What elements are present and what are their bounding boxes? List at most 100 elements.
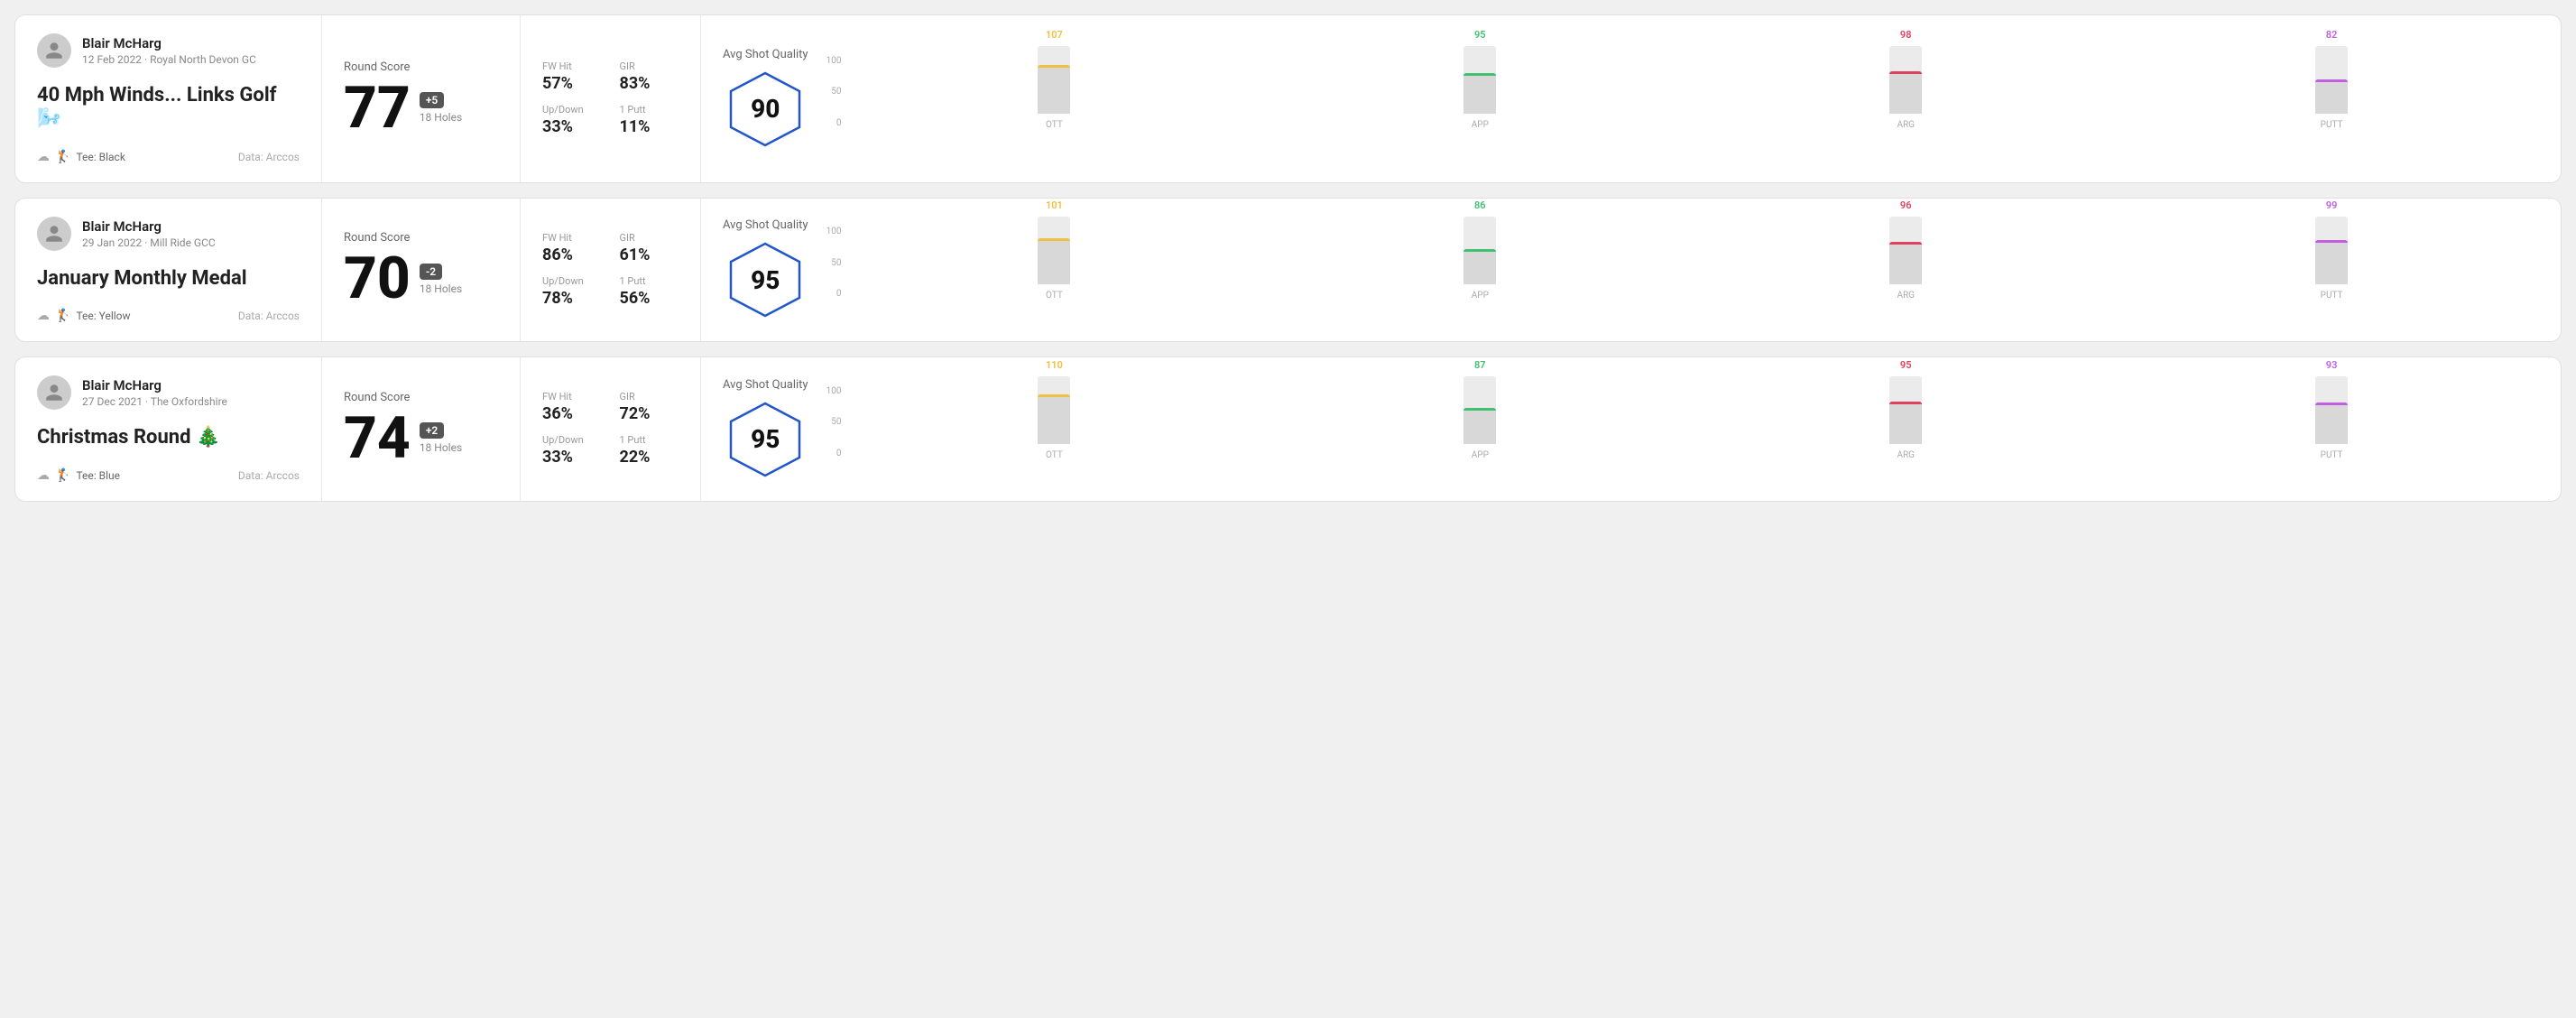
stat-fw-hit: FW Hit36% [542, 391, 602, 423]
bag-icon: 🏌 [55, 309, 70, 323]
stat-value: 36% [542, 404, 602, 423]
tee-info: ☁ 🏌 Tee: Yellow [37, 309, 131, 323]
stat-updown: Up/Down 78% [542, 275, 602, 308]
score-row: 74+218 Holes [344, 410, 498, 467]
bar-col-app: 95APP [1272, 29, 1687, 130]
score-section: Round Score74+218 Holes [322, 357, 521, 500]
hexagon-container: 90 [725, 69, 806, 150]
stat-label: 1 Putt [620, 104, 679, 116]
tee-info: ☁🏌 Tee: Blue [37, 468, 120, 483]
bar-col-putt: 82PUTT [2124, 29, 2539, 130]
bar-col-arg: 96ARG [1698, 199, 2113, 301]
stat-value: 61% [620, 245, 679, 264]
stat-value: 72% [620, 404, 679, 423]
round-card: Blair McHarg29 Jan 2022 · Mill Ride GCC J… [14, 198, 2562, 342]
bar-col-app: 87APP [1272, 359, 1687, 460]
user-meta: 29 Jan 2022 · Mill Ride GCC [82, 236, 216, 249]
tee-label: Tee: Blue [76, 469, 120, 482]
stat-label: FW Hit [542, 391, 602, 403]
score-badge: +2 18 Holes [420, 422, 462, 454]
tee-label: Tee: Black [76, 151, 125, 163]
stat-value: 56% [620, 289, 679, 308]
stat-label: FW Hit [542, 232, 602, 244]
card-left-section: Blair McHarg29 Jan 2022 · Mill Ride GCC J… [15, 199, 322, 341]
stat-gir: GIR61% [620, 232, 679, 264]
round-card: Blair McHarg 12 Feb 2022 · Royal North De… [14, 14, 2562, 183]
user-meta: 27 Dec 2021 · The Oxfordshire [82, 395, 227, 408]
score-number: 70 [344, 250, 411, 308]
stat-label: GIR [620, 60, 679, 72]
stat-label: GIR [620, 232, 679, 244]
stat-oneputt: 1 Putt11% [620, 104, 679, 136]
tee-label: Tee: Yellow [76, 310, 130, 322]
avatar [37, 217, 71, 251]
stat-label: Up/Down [542, 434, 602, 446]
hex-score: 95 [751, 265, 780, 295]
stats-section: FW Hit57%GIR83%Up/Down33%1 Putt11% [521, 15, 701, 182]
stat-value: 78% [542, 289, 602, 308]
bar-chart: 100500110OTT87APP95ARG93PUTT [826, 382, 2539, 477]
quality-section: Avg Shot Quality 95100500101OTT86APP96AR… [701, 199, 2561, 341]
quality-label: Avg Shot Quality [723, 218, 808, 232]
card-left-section: Blair McHarg27 Dec 2021 · The Oxfordshir… [15, 357, 322, 500]
bar-col-app: 86APP [1272, 199, 1687, 301]
card-footer: ☁🏌 Tee: Blue Data: Arccos [37, 468, 300, 483]
round-title: January Monthly Medal [37, 267, 300, 291]
data-source: Data: Arccos [238, 469, 300, 482]
score-label: Round Score [344, 60, 498, 74]
score-section: Round Score70-218 Holes [322, 199, 521, 341]
weather-icon: ☁ [37, 309, 50, 323]
stat-value: 11% [620, 117, 679, 136]
score-diff: +2 [420, 422, 444, 439]
stat-value: 22% [620, 448, 679, 467]
bar-chart: 100500101OTT86APP96ARG99PUTT [826, 222, 2539, 317]
user-meta: 12 Feb 2022 · Royal North Devon GC [82, 53, 256, 66]
quality-left: Avg Shot Quality 95 [723, 378, 808, 480]
avatar [37, 375, 71, 410]
bar-col-arg: 95ARG [1698, 359, 2113, 460]
user-info: Blair McHarg 12 Feb 2022 · Royal North De… [37, 33, 300, 68]
quality-section: Avg Shot Quality 90100500107OTT95APP98AR… [701, 15, 2561, 182]
stat-oneputt: 1 Putt22% [620, 434, 679, 467]
card-left-section: Blair McHarg 12 Feb 2022 · Royal North De… [15, 15, 322, 182]
user-info: Blair McHarg29 Jan 2022 · Mill Ride GCC [37, 217, 300, 251]
stat-label: Up/Down [542, 275, 602, 287]
stats-section: FW Hit36% GIR72% Up/Down 33% 1 Putt22% [521, 357, 701, 500]
stat-value: 57% [542, 74, 602, 93]
card-footer: ☁ 🏌 Tee: Yellow Data: Arccos [37, 309, 300, 323]
score-holes: 18 Holes [420, 441, 462, 454]
stat-value: 86% [542, 245, 602, 264]
bar-col-ott: 101OTT [846, 199, 1261, 301]
score-badge: -2 18 Holes [420, 264, 462, 295]
score-holes: 18 Holes [420, 282, 462, 295]
data-source: Data: Arccos [238, 310, 300, 322]
user-name: Blair McHarg [82, 35, 256, 51]
stat-gir: GIR72% [620, 391, 679, 423]
score-diff: +5 [420, 92, 444, 108]
stat-label: 1 Putt [620, 275, 679, 287]
bar-col-ott: 107OTT [846, 29, 1261, 130]
quality-left: Avg Shot Quality 90 [723, 48, 808, 150]
quality-left: Avg Shot Quality 95 [723, 218, 808, 320]
round-title: Christmas Round 🎄 [37, 426, 300, 449]
stat-fw-hit: FW Hit57% [542, 60, 602, 93]
score-row: 77+518 Holes [344, 79, 498, 137]
stats-section: FW Hit86% GIR61% Up/Down 78% 1 Putt 56% [521, 199, 701, 341]
stat-value: 33% [542, 448, 602, 467]
user-info: Blair McHarg27 Dec 2021 · The Oxfordshir… [37, 375, 300, 410]
stat-label: GIR [620, 391, 679, 403]
quality-label: Avg Shot Quality [723, 378, 808, 392]
score-diff: -2 [420, 264, 442, 280]
bar-chart: 100500107OTT95APP98ARG82PUTT [826, 51, 2539, 146]
score-label: Round Score [344, 391, 498, 404]
bar-col-arg: 98ARG [1698, 29, 2113, 130]
score-section: Round Score 77+518 Holes [322, 15, 521, 182]
stats-grid: FW Hit86% GIR61% Up/Down 78% 1 Putt 56% [542, 232, 679, 308]
hexagon-container: 95 [725, 399, 806, 480]
round-title: 40 Mph Winds... Links Golf 🌬️ [37, 84, 300, 132]
stat-value: 83% [620, 74, 679, 93]
user-name: Blair McHarg [82, 218, 216, 235]
quality-section: Avg Shot Quality 95100500110OTT87APP95AR… [701, 357, 2561, 500]
stat-value: 33% [542, 117, 602, 136]
hex-score: 90 [751, 94, 780, 124]
